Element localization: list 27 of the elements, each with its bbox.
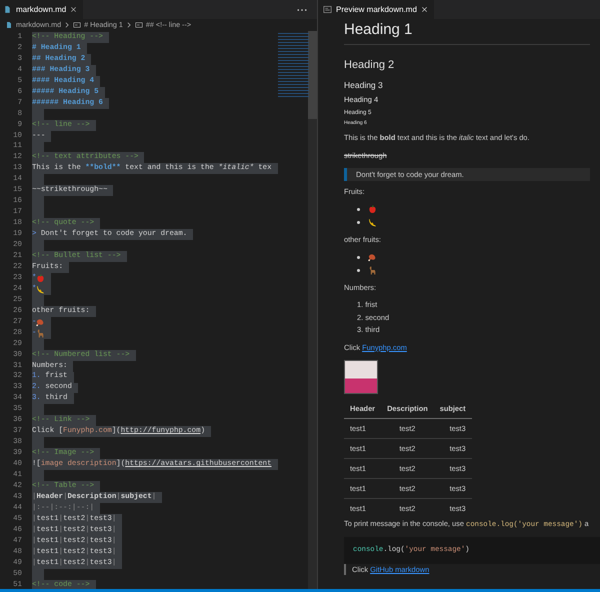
- banana-icon: [36, 284, 46, 294]
- meat-icon: [368, 253, 377, 262]
- bullet-icon: [357, 221, 360, 224]
- close-icon: [420, 6, 428, 13]
- chevron-icon: [126, 22, 132, 28]
- photo-placeholder: [344, 360, 378, 394]
- animal-icon: [36, 328, 46, 338]
- preview-tab[interactable]: Preview markdown.md: [318, 0, 434, 19]
- preview-icon: [323, 5, 332, 14]
- editor-tab[interactable]: markdown.md: [0, 0, 84, 19]
- bullet-icon: [357, 208, 360, 211]
- symbol-icon: [134, 21, 143, 29]
- scrollbar-track[interactable]: [308, 31, 317, 589]
- animal-icon: [368, 266, 377, 275]
- meat-icon: [36, 318, 46, 327]
- chevron-icon: [64, 22, 70, 28]
- apple-icon: [368, 205, 377, 214]
- heading: Heading 1: [344, 20, 590, 45]
- heading: Heading 2: [344, 58, 396, 72]
- scrollbar-thumb[interactable]: [308, 31, 317, 119]
- bullet-icon: [357, 269, 360, 272]
- heading: Heading 3: [344, 79, 384, 91]
- symbol-icon: [73, 21, 82, 29]
- bullet-icon: [357, 256, 360, 259]
- banana-icon: [368, 218, 377, 227]
- apple-icon: [36, 274, 46, 283]
- close-icon: [70, 6, 78, 13]
